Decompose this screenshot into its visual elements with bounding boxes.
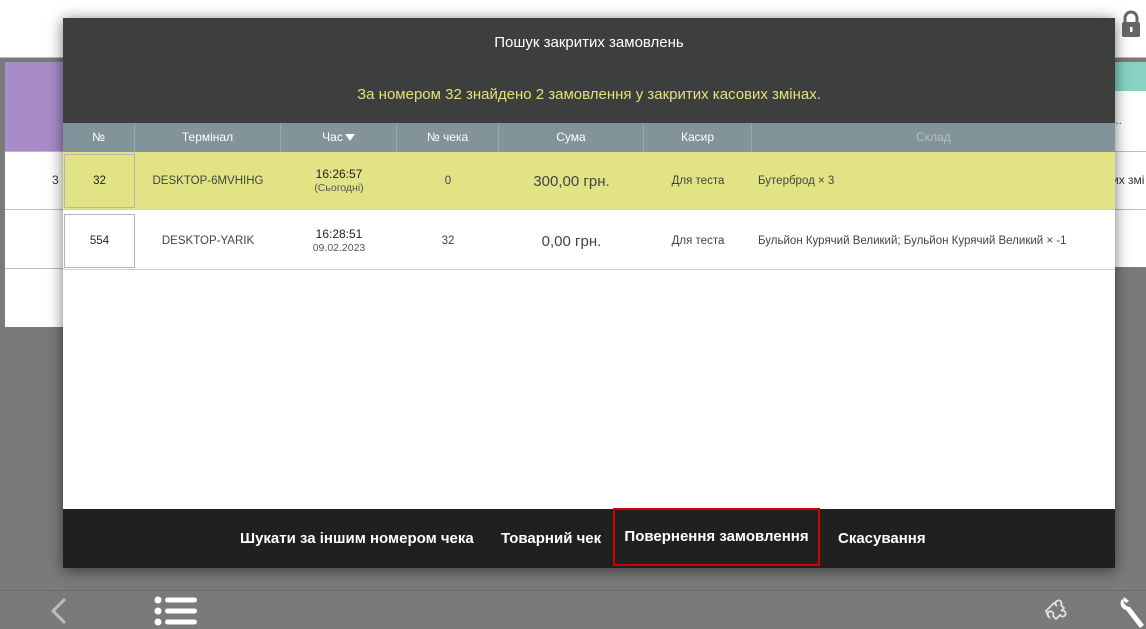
warehouse-cell: Бутерброд × 3: [758, 175, 835, 187]
background-right-panel: [1110, 62, 1146, 267]
sum-cell: 0,00 грн.: [541, 232, 602, 250]
cashier-cell: Для теста: [671, 235, 725, 247]
background-teal-header: [1110, 62, 1146, 91]
warehouse-cell: Бульйон Курячий Великий; Бульйон Курячий…: [758, 235, 1067, 247]
check-number-cell: 0: [444, 175, 452, 187]
sum-cell: 300,00 грн.: [533, 172, 610, 190]
column-header-time-label: Час: [322, 130, 343, 144]
divider: [5, 151, 65, 152]
column-header-time[interactable]: Час: [281, 123, 397, 152]
check-number-cell: 32: [441, 235, 455, 247]
dialog-subtitle: За номером 32 знайдено 2 замовлення у за…: [357, 86, 821, 103]
goods-receipt-button[interactable]: Товарний чек: [501, 509, 601, 568]
return-order-button[interactable]: Повернення замовлення: [613, 508, 820, 566]
cancel-button[interactable]: Скасування: [838, 509, 926, 568]
wrench-icon[interactable]: [1120, 595, 1146, 629]
table-row[interactable]: 554 DESKTOP-YARIK 16:28:51 09.02.2023 32…: [63, 212, 1115, 270]
order-number-cell: 554: [64, 214, 135, 268]
table-header: № Термінал Час № чека Сума Касир Склад: [63, 123, 1115, 152]
column-header-number[interactable]: №: [63, 123, 135, 152]
divider: [1110, 209, 1146, 210]
bottom-toolbar: [0, 590, 1146, 629]
chevron-left-icon[interactable]: [48, 597, 70, 625]
column-header-cashier[interactable]: Касир: [644, 123, 752, 152]
dialog-title: Пошук закритих замовлень: [494, 34, 684, 51]
column-header-warehouse[interactable]: Склад: [752, 123, 1115, 152]
search-other-check-button[interactable]: Шукати за іншим номером чека: [240, 509, 474, 568]
column-header-check-number[interactable]: № чека: [397, 123, 499, 152]
time-cell: 16:28:51 09.02.2023: [281, 212, 397, 270]
list-menu-icon[interactable]: [153, 595, 199, 627]
order-number-cell: 32: [64, 154, 135, 208]
time-value: 16:28:51: [315, 227, 363, 241]
cashier-cell: Для теста: [671, 175, 725, 187]
dialog-header: Пошук закритих замовлень За номером 32 з…: [63, 18, 1115, 123]
column-header-sum[interactable]: Сума: [499, 123, 644, 152]
background-right-text: их змі: [1112, 173, 1145, 187]
sort-desc-icon: [344, 134, 355, 142]
dialog-footer: Шукати за іншим номером чека Товарний че…: [63, 508, 1115, 568]
column-header-terminal[interactable]: Термінал: [135, 123, 281, 152]
time-cell: 16:26:57 (Сьогодні): [281, 152, 397, 210]
terminal-cell: DESKTOP-6MVHIHG: [152, 175, 264, 187]
terminal-cell: DESKTOP-YARIK: [161, 235, 255, 247]
closed-orders-search-dialog: Пошук закритих замовлень За номером 32 з…: [63, 18, 1115, 568]
background-purple-header: [5, 62, 65, 151]
date-value: 09.02.2023: [312, 242, 366, 254]
puzzle-icon[interactable]: [1042, 595, 1074, 627]
table-row[interactable]: 32 DESKTOP-6MVHIHG 16:26:57 (Сьогодні) 0…: [63, 152, 1115, 210]
time-value: 16:26:57: [315, 167, 363, 181]
divider: [5, 268, 65, 269]
lock-icon[interactable]: [1120, 10, 1142, 38]
divider: [5, 209, 65, 210]
divider: [1110, 151, 1146, 152]
date-value: (Сьогодні): [314, 182, 364, 194]
